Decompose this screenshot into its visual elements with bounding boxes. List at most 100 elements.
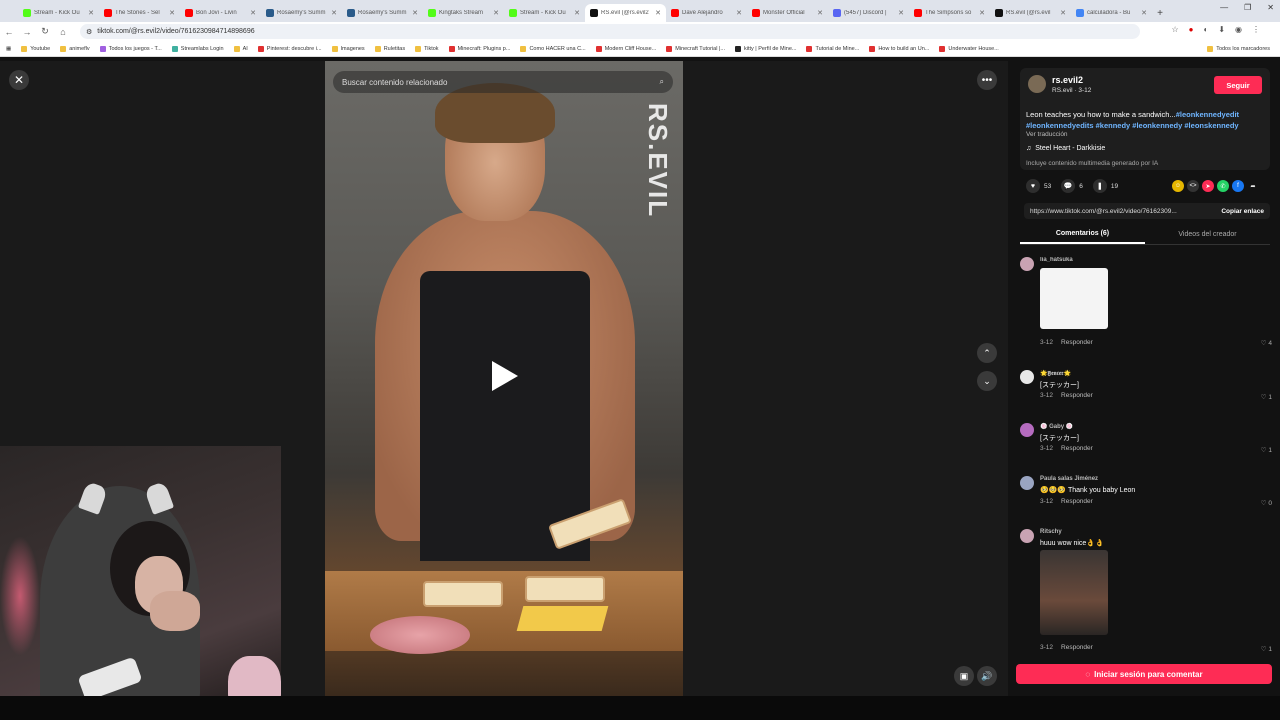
facebook-icon[interactable]: f [1232, 180, 1244, 192]
comment-like-button[interactable]: ♡ 4 [1261, 339, 1272, 347]
browser-tab[interactable]: Rosaemy's Summ ✕ [342, 4, 423, 22]
browser-tab[interactable]: The Simpsons so ✕ [909, 4, 990, 22]
hashtag-link[interactable]: #leonkennedyedit [1176, 110, 1239, 119]
browser-tab[interactable]: (5457) Discord | ✕ [828, 4, 909, 22]
bookmark-item[interactable]: AI [233, 45, 248, 52]
reply-button[interactable]: Responder [1061, 339, 1093, 346]
browser-tab[interactable]: The Stones - Sel ✕ [99, 4, 180, 22]
bookmark-item[interactable]: Como HACER una C... [520, 45, 586, 52]
bookmark-item[interactable]: Imagenes [331, 45, 365, 52]
reply-button[interactable]: Responder [1061, 445, 1093, 452]
browser-tab[interactable]: Kingtaks Stream ✕ [423, 4, 504, 22]
music-link[interactable]: ♫ Steel Heart - Darkkisie [1026, 145, 1105, 152]
tab-close-icon[interactable]: ✕ [250, 9, 256, 17]
bookmark-item[interactable]: Underwater House... [939, 45, 999, 52]
extension-icon[interactable]: ◐ [1203, 25, 1208, 34]
bookmark-item[interactable]: Youtube [21, 45, 50, 52]
apps-icon[interactable]: ▦ [6, 46, 11, 52]
back-icon[interactable]: ← [0, 27, 18, 37]
site-info-icon[interactable]: ⚙ [86, 28, 92, 36]
comment-button[interactable]: 💬 6 [1061, 179, 1083, 193]
comment-like-button[interactable]: ♡ 1 [1261, 645, 1272, 651]
tab-comments[interactable]: Comentarios (6) [1020, 225, 1145, 244]
avatar[interactable] [1020, 370, 1034, 384]
comment-username[interactable]: Ritschy [1040, 529, 1062, 535]
related-search-input[interactable]: Buscar contenido relacionado ⌕ [333, 71, 673, 93]
friends-share-icon[interactable]: ☺ [1172, 180, 1184, 192]
avatar[interactable] [1028, 75, 1046, 93]
avatar[interactable] [1020, 476, 1034, 490]
search-icon[interactable]: ⌕ [660, 77, 664, 87]
browser-tab[interactable]: Stream - Kick Ou ✕ [504, 4, 585, 22]
url-bar[interactable]: ⚙ tiktok.com/@rs.evil2/video/76162309847… [80, 24, 1140, 39]
comment-like-button[interactable]: ♡ 0 [1261, 499, 1272, 507]
like-button[interactable]: ♥ 53 [1026, 179, 1051, 193]
more-options-button[interactable]: ••• [977, 70, 997, 90]
bookmark-item[interactable]: Pinterest: descubre i... [257, 45, 322, 52]
bookmark-item[interactable]: Minecraft: Plugins p... [448, 45, 510, 52]
reply-button[interactable]: Responder [1061, 644, 1093, 651]
browser-tab[interactable]: RS.evil (@rs.evil ✕ [990, 4, 1071, 22]
embed-icon[interactable]: <> [1187, 180, 1199, 192]
bookmark-item[interactable]: Modern Cliff House... [595, 45, 656, 52]
avatar[interactable] [1020, 423, 1034, 437]
bookmark-item[interactable]: Todos los juegos - T... [99, 45, 162, 52]
comment-image[interactable] [1040, 550, 1108, 635]
video-player[interactable]: Buscar contenido relacionado ⌕ RS.EVIL [325, 61, 683, 696]
tab-close-icon[interactable]: ✕ [493, 9, 499, 17]
bookmark-item[interactable]: animeflv [60, 45, 90, 52]
new-tab-button[interactable]: + [1152, 4, 1168, 22]
opera-icon[interactable]: ● [1189, 25, 1194, 34]
save-button[interactable]: ❚ 19 [1092, 179, 1118, 193]
bookmark-item[interactable]: How to build an Un... [869, 45, 929, 52]
comment-username[interactable]: lia_hatsuka [1040, 257, 1073, 263]
browser-tab[interactable]: calculadora - Bu ✕ [1071, 4, 1152, 22]
all-bookmarks[interactable]: Todos los marcadores [1207, 45, 1270, 52]
tab-close-icon[interactable]: ✕ [412, 9, 418, 17]
browser-tab[interactable]: Bon Jovi - Livin ✕ [180, 4, 261, 22]
bookmark-item[interactable]: kitty | Perfil de Mine... [735, 45, 796, 52]
bookmark-item[interactable]: Tiktok [415, 45, 439, 52]
avatar[interactable] [1020, 257, 1034, 271]
tab-close-icon[interactable]: ✕ [1141, 9, 1147, 17]
bookmark-item[interactable]: Minecraft Tutorial |... [666, 45, 725, 52]
next-video-button[interactable]: ⌄ [977, 371, 997, 391]
login-to-comment-button[interactable]: ◌ Iniciar sesión para comentar [1016, 664, 1272, 684]
maximize-icon[interactable]: ❐ [1244, 3, 1251, 12]
reply-button[interactable]: Responder [1061, 392, 1093, 399]
browser-tab[interactable]: RS.evil (@rs.evil2 ✕ [585, 4, 666, 22]
tab-close-icon[interactable]: ✕ [88, 9, 94, 17]
reload-icon[interactable]: ↻ [36, 26, 54, 37]
tab-close-icon[interactable]: ✕ [574, 9, 580, 17]
bookmark-star-icon[interactable]: ☆ [1171, 25, 1178, 34]
share-arrow-icon[interactable]: ➦ [1247, 180, 1259, 192]
tab-close-icon[interactable]: ✕ [817, 9, 823, 17]
browser-tab[interactable]: Rosaemy's Summ ✕ [261, 4, 342, 22]
home-icon[interactable]: ⌂ [54, 27, 72, 37]
bookmark-item[interactable]: Streamlabs Login [171, 45, 224, 52]
menu-icon[interactable]: ⋮ [1252, 25, 1260, 34]
previous-video-button[interactable]: ⌃ [977, 343, 997, 363]
comment-username[interactable]: 🍥 Gaby 🍥 [1040, 423, 1073, 430]
bookmark-item[interactable]: Ruletitas [374, 45, 405, 52]
comment-like-button[interactable]: ♡ 1 [1261, 446, 1272, 454]
minimize-icon[interactable]: — [1220, 3, 1228, 12]
comment-username[interactable]: Paula salas Jiménez [1040, 476, 1098, 482]
tab-close-icon[interactable]: ✕ [331, 9, 337, 17]
see-translation-link[interactable]: Ver traducción [1026, 131, 1068, 138]
hashtag-links[interactable]: #leonkennedyedits #kennedy #leonkennedy … [1026, 121, 1239, 130]
whatsapp-icon[interactable]: ✆ [1217, 180, 1229, 192]
profile-icon[interactable]: ◉ [1235, 25, 1242, 34]
send-icon[interactable]: ➤ [1202, 180, 1214, 192]
tab-close-icon[interactable]: ✕ [979, 9, 985, 17]
tab-close-icon[interactable]: ✕ [169, 9, 175, 17]
downloads-icon[interactable]: ⬇ [1218, 25, 1225, 34]
tab-close-icon[interactable]: ✕ [736, 9, 742, 17]
browser-tab[interactable]: Stream - Kick Ou ✕ [18, 4, 99, 22]
window-close-icon[interactable]: ✕ [1267, 3, 1274, 12]
copy-link-button[interactable]: Copiar enlace [1221, 208, 1264, 215]
bookmark-item[interactable]: Tutorial de Mine... [806, 45, 859, 52]
browser-tab[interactable]: Dave Alejandro ✕ [666, 4, 747, 22]
tab-close-icon[interactable]: ✕ [1060, 9, 1066, 17]
browser-tab[interactable]: Monster Official ✕ [747, 4, 828, 22]
